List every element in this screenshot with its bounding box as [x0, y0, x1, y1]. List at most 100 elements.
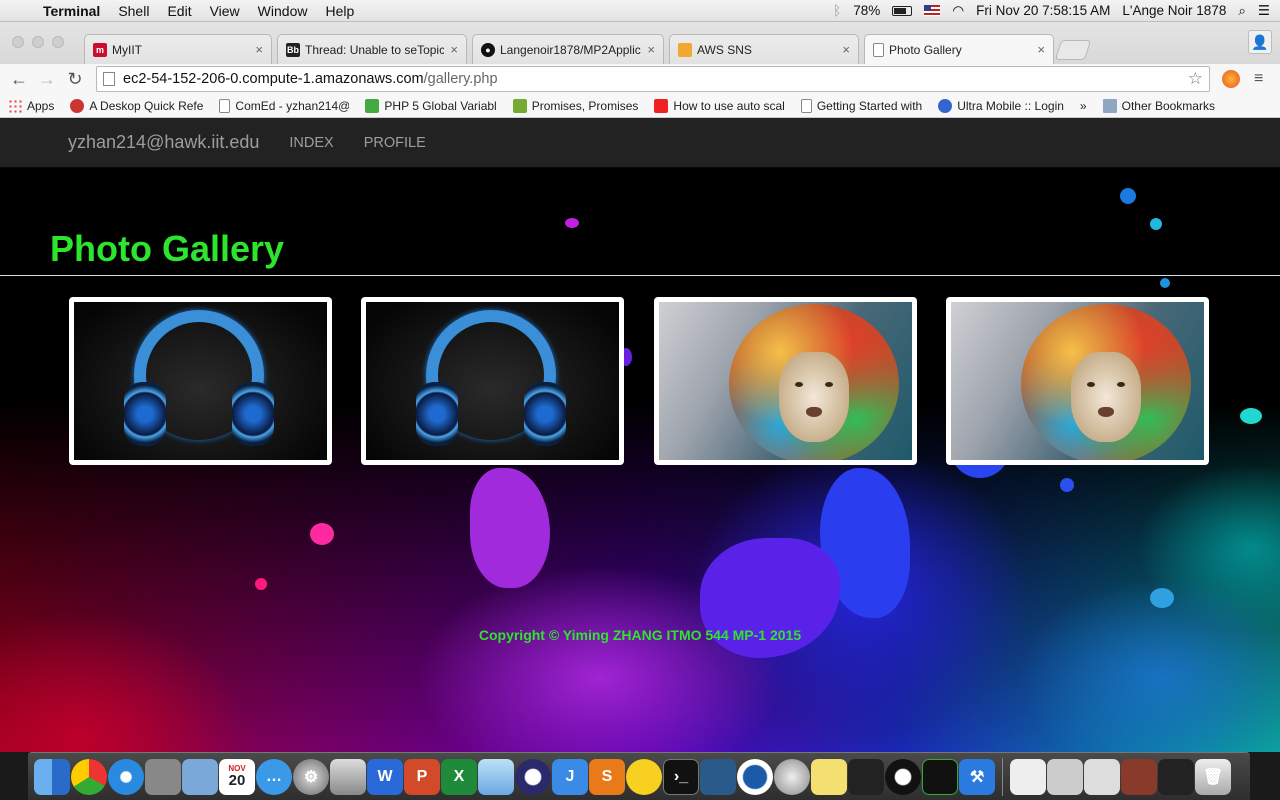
intellij-icon[interactable]: J	[552, 758, 588, 795]
database-icon[interactable]	[330, 758, 366, 795]
bookmark-promises[interactable]: Promises, Promises	[512, 98, 639, 113]
gallery-thumbnail-4[interactable]	[946, 297, 1209, 465]
safari-icon[interactable]	[108, 758, 144, 795]
excel-icon[interactable]: X	[441, 758, 477, 795]
battery-percent[interactable]: 78%	[853, 3, 880, 18]
close-tab-icon[interactable]: ×	[842, 42, 850, 57]
chrome-menu-icon[interactable]: ≡	[1254, 70, 1272, 88]
calendar-day: 20	[228, 772, 246, 789]
chrome-icon[interactable]	[71, 758, 107, 795]
address-bar[interactable]: ec2-54-152-206-0.compute-1.amazonaws.com…	[96, 66, 1210, 92]
more-bookmarks-button[interactable]: »	[1080, 99, 1087, 113]
image-stack-icon[interactable]	[1121, 758, 1157, 795]
menu-app-name[interactable]: Terminal	[34, 0, 109, 22]
menu-window[interactable]: Window	[249, 0, 317, 22]
word-icon[interactable]: W	[367, 758, 403, 795]
xcode-icon[interactable]: ⚒	[959, 758, 995, 795]
paint-splatter	[565, 218, 579, 228]
wifi-icon[interactable]: ◠	[952, 3, 964, 19]
battery-icon[interactable]	[892, 5, 913, 16]
gallery-thumbnail-1[interactable]	[69, 297, 332, 465]
powerpoint-icon[interactable]: P	[404, 758, 440, 795]
nav-index-link[interactable]: INDEX	[289, 135, 333, 151]
tab-myiit[interactable]: m MyIIT ×	[84, 34, 272, 64]
github-icon: ●	[481, 42, 495, 57]
bookmark-comed[interactable]: ComEd - yzhan214@	[219, 98, 349, 113]
close-tab-icon[interactable]: ×	[255, 42, 263, 57]
profile-icon[interactable]: 👤	[1248, 30, 1272, 54]
quicktime-icon[interactable]	[737, 758, 773, 795]
user-name[interactable]: L'Ange Noir 1878	[1122, 3, 1226, 18]
console-icon[interactable]	[922, 758, 958, 795]
page-info-icon[interactable]	[103, 72, 115, 86]
close-tab-icon[interactable]: ×	[1037, 42, 1045, 57]
page-icon	[800, 98, 812, 113]
divider	[0, 275, 1280, 276]
bookmark-auto-scaling[interactable]: How to use auto scal	[654, 98, 785, 113]
menu-edit[interactable]: Edit	[158, 0, 200, 22]
mysql-workbench-icon[interactable]	[700, 758, 736, 795]
virtualbox-icon[interactable]	[478, 758, 514, 795]
utility-icon[interactable]	[774, 758, 810, 795]
tab-aws-sns[interactable]: AWS SNS ×	[669, 34, 859, 64]
close-tab-icon[interactable]: ×	[647, 42, 655, 57]
paint-splatter	[1160, 278, 1170, 288]
nav-profile-link[interactable]: PROFILE	[364, 135, 426, 151]
tab-photo-gallery[interactable]: Photo Gallery ×	[864, 34, 1054, 64]
bookmark-label: Other Bookmarks	[1121, 98, 1215, 113]
trash-icon[interactable]: 🗑	[1195, 758, 1231, 795]
back-arrow-icon[interactable]: ←	[8, 69, 30, 90]
bookmark-desktop-quick-ref[interactable]: A Deskop Quick Refe	[70, 98, 203, 113]
clock[interactable]: Fri Nov 20 7:58:15 AM	[976, 3, 1110, 18]
other-bookmarks-folder[interactable]: Other Bookmarks	[1102, 98, 1215, 113]
printer-icon[interactable]	[848, 758, 884, 795]
tab-thread[interactable]: Bb Thread: Unable to seTopicA ×	[277, 34, 467, 64]
reload-icon[interactable]: ↻	[64, 69, 86, 90]
messages-icon[interactable]: …	[256, 758, 292, 795]
wunderlist-icon[interactable]	[626, 758, 662, 795]
calculator-icon[interactable]	[145, 758, 181, 795]
paint-splatter	[1150, 218, 1162, 230]
preview-icon[interactable]	[182, 758, 218, 795]
bookmark-apps[interactable]: Apps	[8, 98, 54, 113]
system-preferences-icon[interactable]: ⚙	[293, 758, 329, 795]
extension-icon[interactable]	[1222, 70, 1240, 88]
finder-icon[interactable]	[34, 758, 70, 795]
menu-help[interactable]: Help	[316, 0, 363, 22]
paint-splatter	[1240, 408, 1262, 424]
eclipse-icon[interactable]	[515, 758, 551, 795]
close-tab-icon[interactable]: ×	[450, 42, 458, 57]
bookmark-star-icon[interactable]: ☆	[1188, 69, 1203, 89]
sublime-text-icon[interactable]: S	[589, 758, 625, 795]
stickies-icon[interactable]	[811, 758, 847, 795]
forward-arrow-icon[interactable]: →	[36, 69, 58, 90]
downloads-stack-icon[interactable]	[1084, 758, 1120, 795]
bookmark-label: Promises, Promises	[531, 98, 639, 113]
new-tab-button[interactable]	[1054, 40, 1092, 60]
tab-github[interactable]: ● Langenoir1878/MP2Applic ×	[472, 34, 664, 64]
headphones-image	[74, 302, 327, 460]
minimize-window-button[interactable]	[32, 36, 44, 48]
input-source-flag-icon[interactable]	[924, 5, 941, 16]
python-stack-icon[interactable]	[1158, 758, 1194, 795]
close-window-button[interactable]	[12, 36, 24, 48]
bookmark-php-globals[interactable]: PHP 5 Global Variabl	[365, 98, 497, 113]
bluetooth-icon[interactable]: ᛒ	[833, 3, 841, 18]
zoom-window-button[interactable]	[52, 36, 64, 48]
qq-icon[interactable]	[885, 758, 921, 795]
gallery-thumbnail-3[interactable]	[654, 297, 917, 465]
bookmark-ultra-mobile[interactable]: Ultra Mobile :: Login	[938, 98, 1064, 113]
document-icon[interactable]	[1010, 758, 1046, 795]
menu-view[interactable]: View	[201, 0, 249, 22]
site-brand-link[interactable]: yzhan214@hawk.iit.edu	[68, 132, 259, 153]
notification-center-icon[interactable]: ☰	[1258, 3, 1270, 19]
bookmark-getting-started[interactable]: Getting Started with	[800, 98, 922, 113]
menu-shell[interactable]: Shell	[109, 0, 158, 22]
calendar-icon[interactable]: NOV 20	[219, 758, 255, 795]
spotlight-search-icon[interactable]: ⌕	[1238, 3, 1246, 19]
browser-window: m MyIIT × Bb Thread: Unable to seTopicA …	[0, 22, 1280, 118]
paint-splatter	[1120, 188, 1136, 204]
terminal-icon[interactable]: ›_	[663, 758, 699, 795]
screenshot-stack-icon[interactable]	[1047, 758, 1083, 795]
gallery-thumbnail-2[interactable]	[361, 297, 624, 465]
